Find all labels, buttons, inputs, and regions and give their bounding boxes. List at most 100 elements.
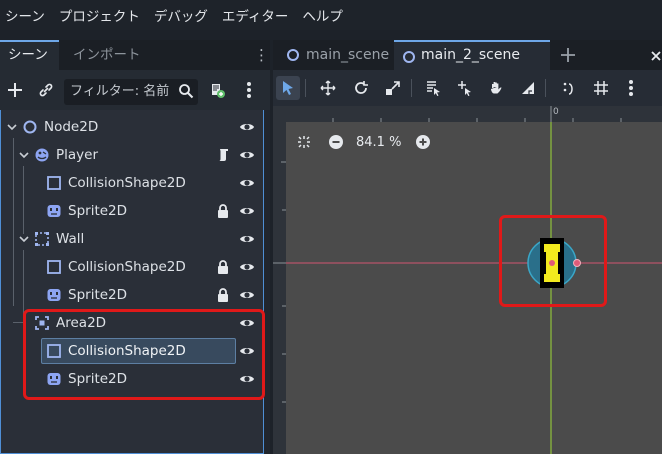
scene-tab-bar: main_scene main_2_scene bbox=[273, 40, 662, 70]
list-select-button[interactable] bbox=[421, 76, 445, 100]
ruler-origin-label: 0 bbox=[553, 107, 559, 117]
tree-item-label: Node2D bbox=[44, 119, 99, 135]
tab-main-scene[interactable]: main_scene bbox=[277, 40, 389, 70]
scale-icon bbox=[386, 81, 400, 95]
kebab-menu-icon bbox=[629, 80, 633, 96]
visibility-eye-icon[interactable] bbox=[239, 148, 255, 162]
collisionshape2d-icon bbox=[47, 260, 61, 274]
tab-scene[interactable]: シーン bbox=[0, 40, 59, 70]
menu-editor[interactable]: エディター bbox=[217, 5, 298, 25]
chevron-down-icon[interactable] bbox=[18, 149, 30, 161]
move-mode-button[interactable] bbox=[316, 76, 340, 100]
rotate-icon bbox=[355, 81, 368, 94]
vertical-ruler bbox=[273, 106, 286, 454]
lock-icon[interactable] bbox=[216, 259, 230, 275]
annotation-highlight-box bbox=[23, 309, 265, 400]
ruler-ticks bbox=[273, 161, 286, 403]
tab-main-2-scene[interactable]: main_2_scene bbox=[394, 40, 661, 70]
tree-item-label: Wall bbox=[56, 231, 85, 247]
smart-snap-button[interactable] bbox=[557, 76, 581, 100]
select-mode-button[interactable] bbox=[276, 76, 300, 100]
visibility-eye-icon[interactable] bbox=[239, 288, 255, 302]
close-icon[interactable] bbox=[649, 49, 662, 63]
zoom-in-icon[interactable] bbox=[415, 134, 431, 150]
move-icon bbox=[320, 80, 336, 96]
node2d-circle-icon bbox=[23, 120, 37, 134]
tree-item-sprite2d[interactable]: Sprite2D bbox=[1, 281, 263, 309]
cursor-icon bbox=[283, 81, 293, 95]
tree-item-label: CollisionShape2D bbox=[68, 259, 186, 275]
chevron-down-icon[interactable] bbox=[6, 121, 18, 133]
sprite2d-icon bbox=[47, 205, 61, 217]
ruler-icon bbox=[522, 82, 534, 94]
instantiate-scene-button[interactable] bbox=[34, 78, 58, 102]
dock-menu-icon[interactable]: ⋮ bbox=[254, 46, 269, 64]
scale-mode-button[interactable] bbox=[381, 76, 405, 100]
scene-tree: Node2D Player CollisionShape2D Sprite2D bbox=[0, 110, 264, 454]
lock-icon[interactable] bbox=[216, 287, 230, 303]
visibility-eye-icon[interactable] bbox=[239, 120, 255, 134]
hand-icon bbox=[491, 82, 502, 94]
tree-item-collisionshape2d[interactable]: CollisionShape2D bbox=[1, 253, 263, 281]
grid-icon bbox=[594, 81, 608, 95]
link-icon bbox=[39, 83, 53, 97]
node2d-circle-icon bbox=[287, 49, 299, 61]
new-tab-plus-icon[interactable] bbox=[559, 46, 577, 64]
lock-icon[interactable] bbox=[216, 203, 230, 219]
visibility-eye-icon[interactable] bbox=[239, 176, 255, 190]
tree-item-wall[interactable]: Wall bbox=[1, 225, 263, 253]
kebab-menu-icon bbox=[247, 82, 251, 98]
visibility-eye-icon[interactable] bbox=[239, 260, 255, 274]
tree-item-player[interactable]: Player bbox=[1, 141, 263, 169]
menu-debug[interactable]: デバッグ bbox=[149, 5, 217, 25]
add-node-button[interactable] bbox=[3, 78, 27, 102]
toolbar-separator bbox=[305, 79, 306, 97]
scene-toolbar bbox=[0, 70, 270, 110]
visibility-eye-icon[interactable] bbox=[239, 232, 255, 246]
tab-label: main_scene bbox=[306, 47, 390, 63]
collisionshape2d-icon bbox=[47, 176, 61, 190]
chevron-down-icon[interactable] bbox=[18, 233, 30, 245]
annotation-highlight-box bbox=[499, 215, 607, 307]
grid-snap-button[interactable] bbox=[589, 76, 613, 100]
horizontal-ruler: 0 bbox=[273, 106, 662, 122]
menu-scene[interactable]: シーン bbox=[0, 5, 54, 25]
tree-item-collisionshape2d[interactable]: CollisionShape2D bbox=[1, 169, 263, 197]
ruler-ticks bbox=[284, 106, 622, 122]
zoom-out-icon[interactable] bbox=[328, 134, 344, 150]
zoom-level-label[interactable]: 84.1 % bbox=[356, 135, 401, 150]
characterbody2d-icon bbox=[35, 148, 49, 162]
search-icon bbox=[179, 84, 194, 99]
center-view-icon[interactable] bbox=[296, 134, 312, 150]
tree-item-label: Player bbox=[56, 147, 99, 163]
script-icon[interactable] bbox=[216, 147, 232, 163]
visibility-eye-icon[interactable] bbox=[239, 204, 255, 218]
scene-options-button[interactable] bbox=[237, 78, 261, 102]
tab-label: main_2_scene bbox=[421, 47, 520, 63]
plus-icon bbox=[8, 83, 22, 97]
node2d-circle-icon bbox=[403, 51, 415, 63]
snap-options-button[interactable] bbox=[619, 76, 643, 100]
tree-item-label: Sprite2D bbox=[68, 287, 128, 303]
ruler-mode-button[interactable] bbox=[516, 76, 540, 100]
tree-item-node2d[interactable]: Node2D bbox=[1, 113, 263, 141]
staticbody2d-icon bbox=[35, 232, 49, 246]
menu-bar: シーン プロジェクト デバッグ エディター ヘルプ bbox=[0, 0, 662, 30]
list-select-icon bbox=[427, 81, 440, 96]
script-add-icon bbox=[212, 84, 225, 98]
pivot-icon bbox=[458, 81, 471, 96]
attach-script-button[interactable] bbox=[205, 78, 229, 102]
tab-import[interactable]: インポート bbox=[65, 40, 149, 70]
tree-item-sprite2d[interactable]: Sprite2D bbox=[1, 197, 263, 225]
tree-item-label: Sprite2D bbox=[68, 203, 128, 219]
smart-snap-icon bbox=[563, 82, 573, 95]
rotate-mode-button[interactable] bbox=[349, 76, 373, 100]
pan-mode-button[interactable] bbox=[484, 76, 508, 100]
menu-help[interactable]: ヘルプ bbox=[297, 5, 352, 25]
toolbar-separator bbox=[545, 79, 546, 97]
toolbar-separator bbox=[411, 79, 412, 97]
sprite2d-icon bbox=[47, 289, 61, 301]
zoom-controls: 84.1 % bbox=[296, 132, 431, 152]
pivot-mode-button[interactable] bbox=[453, 76, 477, 100]
menu-project[interactable]: プロジェクト bbox=[54, 5, 149, 25]
